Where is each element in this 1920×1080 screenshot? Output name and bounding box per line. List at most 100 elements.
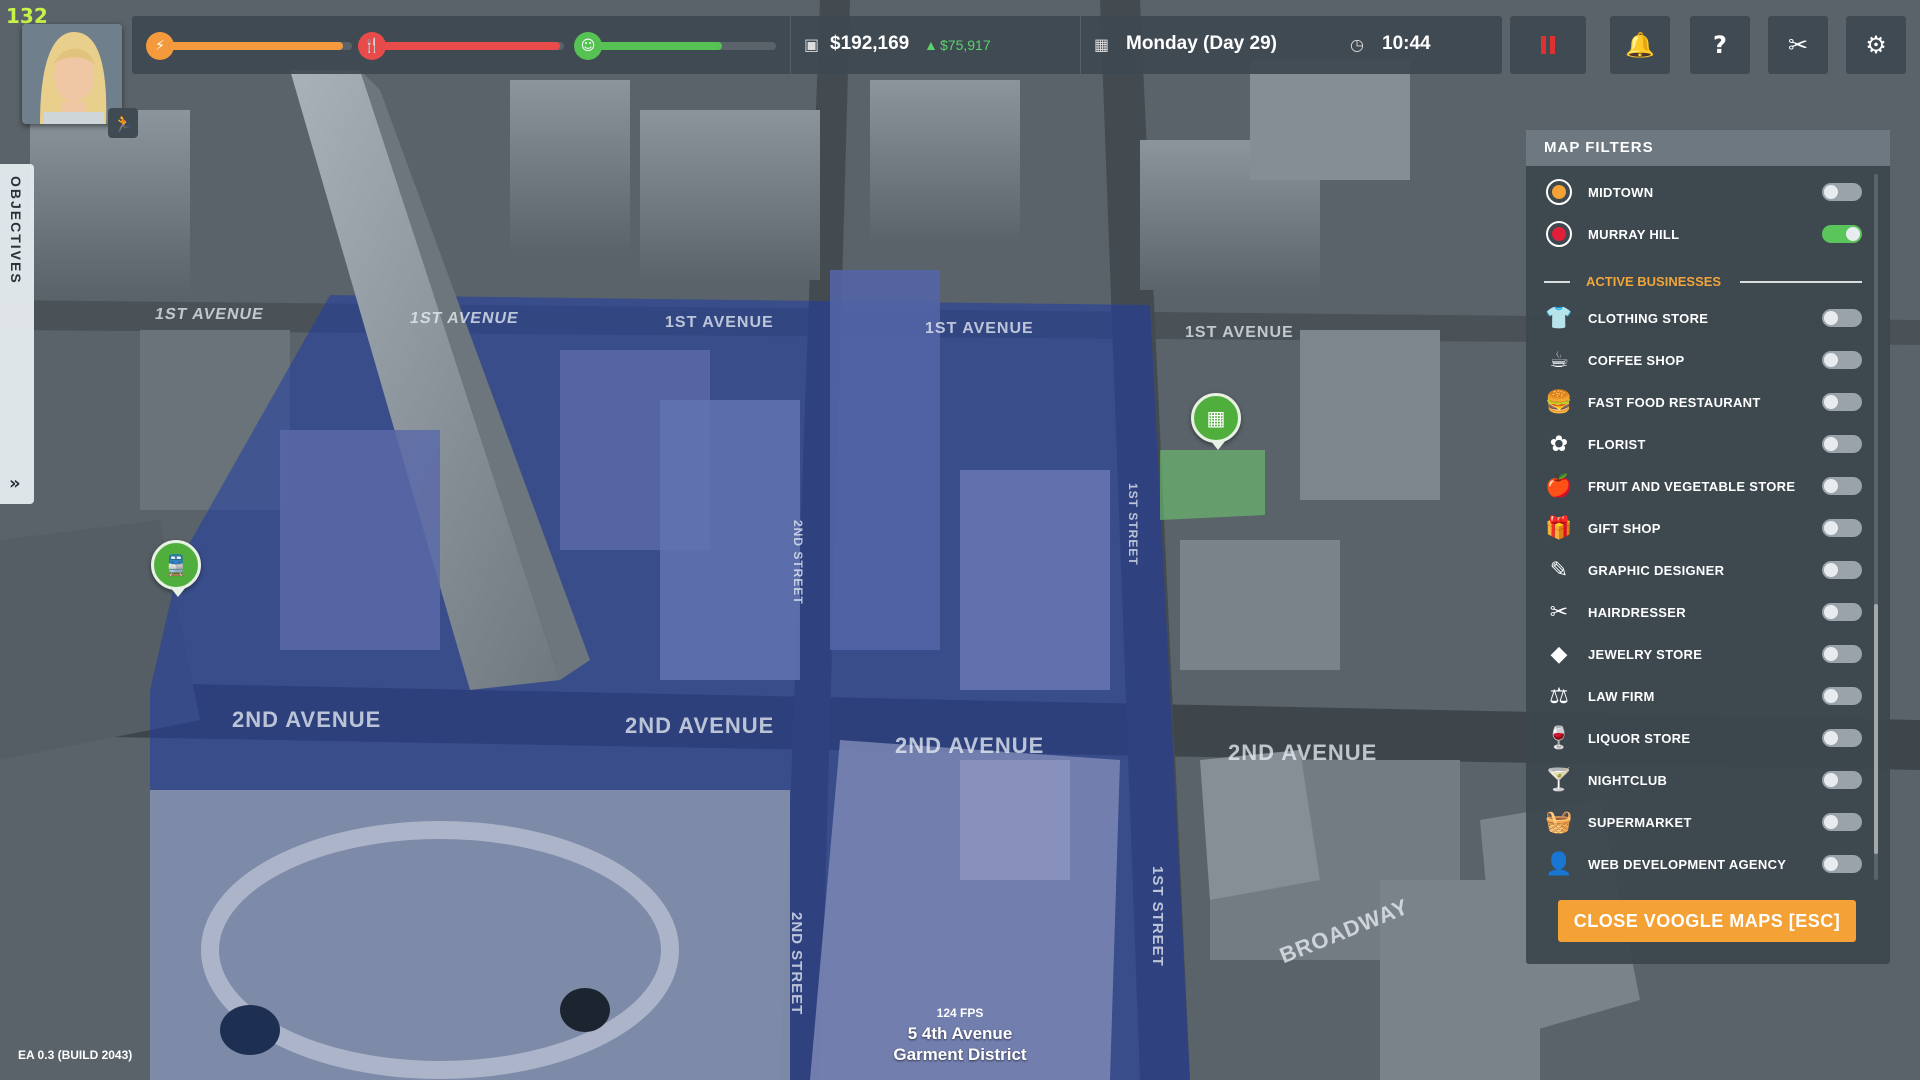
filter-row-graphic-designer[interactable]: ✎ GRAPHIC DESIGNER bbox=[1544, 550, 1862, 590]
current-day: Monday (Day 29) bbox=[1126, 33, 1277, 54]
filter-label: FLORIST bbox=[1588, 436, 1646, 452]
design-icon: ✎ bbox=[1549, 557, 1569, 583]
calendar-icon: ▦ bbox=[1094, 35, 1110, 54]
divider-line bbox=[1544, 281, 1570, 283]
close-map-button[interactable]: CLOSE VOOGLE MAPS [ESC] bbox=[1558, 900, 1856, 942]
filter-row-hairdresser[interactable]: ✂ HAIRDRESSER bbox=[1544, 592, 1862, 632]
filter-row-fruit-and-vegetable-store[interactable]: 🍎 FRUIT AND VEGETABLE STORE bbox=[1544, 466, 1862, 506]
divider-line bbox=[1740, 281, 1862, 283]
map-filters-title: MAP FILTERS bbox=[1526, 130, 1890, 166]
top-status-bar: ⚡ 🍴 ☺ ▣ $192,169 ▲ $75,917 ▦ Monday (Day… bbox=[132, 16, 1502, 74]
filter-toggle-graphic-designer[interactable] bbox=[1822, 561, 1862, 579]
coffee-cup-icon: ☕ bbox=[1549, 347, 1569, 373]
filter-toggle-supermarket[interactable] bbox=[1822, 813, 1862, 831]
filter-label: FRUIT AND VEGETABLE STORE bbox=[1588, 478, 1796, 494]
happiness-bar-fill bbox=[596, 42, 722, 50]
double-chevron-right-icon[interactable]: » bbox=[9, 473, 21, 494]
happiness-bar bbox=[596, 42, 776, 50]
filter-toggle-gift-shop[interactable] bbox=[1822, 519, 1862, 537]
filter-row-web-development-agency[interactable]: 👤 WEB DEVELOPMENT AGENCY bbox=[1544, 844, 1862, 884]
filter-label: JEWELRY STORE bbox=[1588, 646, 1703, 662]
player-mood-badge[interactable]: 🏃 bbox=[108, 108, 138, 138]
filter-toggle-liquor-store[interactable] bbox=[1822, 729, 1862, 747]
midtown-marker-icon bbox=[1544, 177, 1574, 207]
filter-row-coffee-shop[interactable]: ☕ COFFEE SHOP bbox=[1544, 340, 1862, 380]
notifications-button[interactable]: 🔔 bbox=[1610, 16, 1670, 74]
street-label-2nd-avenue-c: 2ND AVENUE bbox=[895, 733, 1045, 758]
filter-label: LAW FIRM bbox=[1588, 688, 1655, 704]
question-mark-icon: ? bbox=[1713, 31, 1727, 59]
filter-toggle-web-development-agency[interactable] bbox=[1822, 855, 1862, 873]
filter-row-nightclub[interactable]: 🍸 NIGHTCLUB bbox=[1544, 760, 1862, 800]
running-person-icon: 🏃 bbox=[113, 113, 133, 133]
shirt-icon: 👕 bbox=[1545, 305, 1573, 331]
filter-toggle-murray-hill[interactable] bbox=[1822, 225, 1862, 243]
street-label-1st-street-a: 1ST STREET bbox=[1126, 483, 1140, 566]
objectives-label: OBJECTIVES bbox=[8, 176, 24, 285]
business-location-pin[interactable]: ▦ bbox=[1191, 393, 1241, 450]
street-label-2nd-street-a: 2ND STREET bbox=[791, 520, 805, 605]
debug-button[interactable]: ✂ bbox=[1768, 16, 1828, 74]
produce-icon: 🍎 bbox=[1545, 473, 1573, 499]
gear-icon: ⚙ bbox=[1865, 31, 1887, 59]
filter-row-supermarket[interactable]: 🧺 SUPERMARKET bbox=[1544, 802, 1862, 842]
cash-icon: ▣ bbox=[804, 35, 820, 54]
filter-toggle-jewelry-store[interactable] bbox=[1822, 645, 1862, 663]
filter-toggle-hairdresser[interactable] bbox=[1822, 603, 1862, 621]
filter-row-clothing-store[interactable]: 👕 CLOTHING STORE bbox=[1544, 298, 1862, 338]
map-filters-panel: MAP FILTERS MIDTOWN MURRAY HILL ACTIVE B… bbox=[1526, 130, 1890, 964]
train-station-pin[interactable]: 🚆 bbox=[151, 540, 201, 597]
wine-glass-icon: 🍷 bbox=[1545, 725, 1573, 751]
money-change: $75,917 bbox=[940, 37, 991, 53]
pause-button[interactable] bbox=[1510, 16, 1586, 74]
filter-label: CLOTHING STORE bbox=[1588, 310, 1709, 326]
filter-toggle-law-firm[interactable] bbox=[1822, 687, 1862, 705]
filter-toggle-clothing-store[interactable] bbox=[1822, 309, 1862, 327]
street-label-1st-avenue-b: 1ST AVENUE bbox=[408, 310, 521, 327]
player-avatar[interactable] bbox=[22, 24, 122, 124]
filter-toggle-nightclub[interactable] bbox=[1822, 771, 1862, 789]
current-time: 10:44 bbox=[1382, 33, 1431, 54]
bug-icon: ✂ bbox=[1787, 31, 1809, 59]
energy-bar-fill bbox=[168, 42, 343, 50]
filter-row-jewelry-store[interactable]: ◆ JEWELRY STORE bbox=[1544, 634, 1862, 674]
filter-toggle-fast-food-restaurant[interactable] bbox=[1822, 393, 1862, 411]
build-version: EA 0.3 (BUILD 2043) bbox=[18, 1048, 133, 1062]
filter-label: MIDTOWN bbox=[1588, 184, 1654, 200]
filter-toggle-florist[interactable] bbox=[1822, 435, 1862, 453]
filter-toggle-midtown[interactable] bbox=[1822, 183, 1862, 201]
street-label-1st-avenue-e: 1ST AVENUE bbox=[1185, 324, 1294, 341]
filter-label: GRAPHIC DESIGNER bbox=[1588, 562, 1725, 578]
filter-row-florist[interactable]: ✿ FLORIST bbox=[1544, 424, 1862, 464]
objectives-tab[interactable]: OBJECTIVES » bbox=[0, 164, 34, 504]
help-button[interactable]: ? bbox=[1690, 16, 1750, 74]
filter-label: LIQUOR STORE bbox=[1588, 730, 1691, 746]
filter-label: SUPERMARKET bbox=[1588, 814, 1692, 830]
train-icon: 🚆 bbox=[163, 553, 189, 577]
money-balance: $192,169 bbox=[830, 33, 910, 54]
pause-icon bbox=[1541, 36, 1546, 54]
settings-button[interactable]: ⚙ bbox=[1846, 16, 1906, 74]
filters-scrollbar[interactable] bbox=[1874, 174, 1878, 880]
filter-row-murray-hill[interactable]: MURRAY HILL bbox=[1544, 214, 1862, 254]
filter-row-gift-shop[interactable]: 🎁 GIFT SHOP bbox=[1544, 508, 1862, 548]
pause-icon-bar bbox=[1550, 36, 1555, 54]
filter-toggle-fruit-and-vegetable-store[interactable] bbox=[1822, 477, 1862, 495]
street-label-1st-street-b: 1ST STREET bbox=[1149, 866, 1166, 967]
filter-label: HAIRDRESSER bbox=[1588, 604, 1686, 620]
hunger-bar bbox=[380, 42, 564, 50]
filter-row-law-firm[interactable]: ⚖ LAW FIRM bbox=[1544, 676, 1862, 716]
scissors-icon: ✂ bbox=[1549, 599, 1569, 625]
filter-row-fast-food-restaurant[interactable]: 🍔 FAST FOOD RESTAURANT bbox=[1544, 382, 1862, 422]
scrollbar-thumb[interactable] bbox=[1874, 604, 1878, 854]
section-label: ACTIVE BUSINESSES bbox=[1586, 274, 1722, 289]
filter-toggle-coffee-shop[interactable] bbox=[1822, 351, 1862, 369]
street-label-2nd-avenue-d: 2ND AVENUE bbox=[1228, 740, 1378, 765]
player-portrait-icon bbox=[22, 24, 122, 124]
energy-bar bbox=[168, 42, 352, 50]
flower-shop-icon: ✿ bbox=[1549, 431, 1569, 457]
filter-row-midtown[interactable]: MIDTOWN bbox=[1544, 172, 1862, 212]
filter-row-liquor-store[interactable]: 🍷 LIQUOR STORE bbox=[1544, 718, 1862, 758]
filter-label: FAST FOOD RESTAURANT bbox=[1588, 394, 1761, 410]
gift-icon: 🎁 bbox=[1545, 515, 1573, 541]
